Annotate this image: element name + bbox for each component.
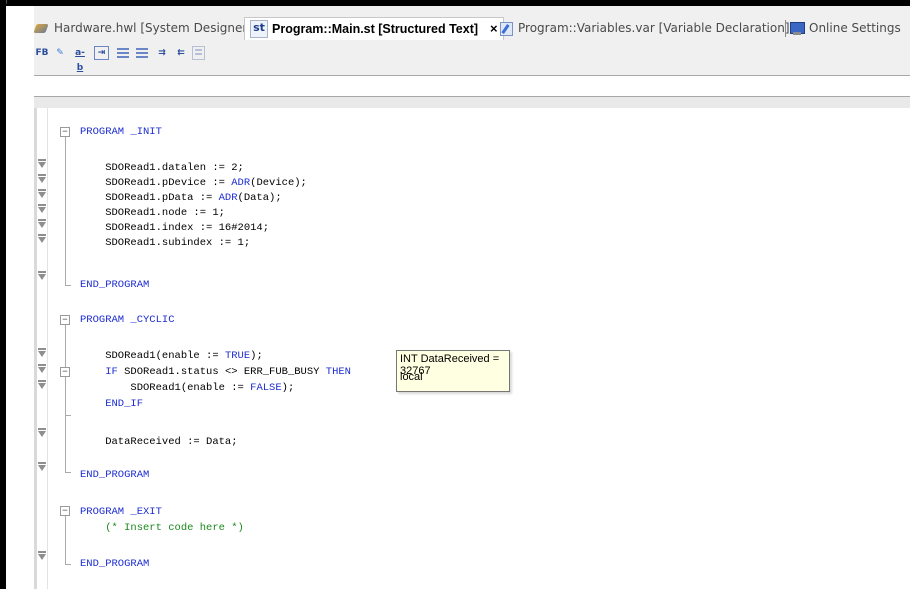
indent-decrease-icon[interactable]: ⇇ xyxy=(173,46,189,61)
change-marker-icon xyxy=(38,159,46,168)
tab-hardware-label: Hardware.hwl [System Designer] xyxy=(54,21,252,35)
collapse-init-icon[interactable]: − xyxy=(60,127,70,137)
tab-online-settings-label: Online Settings xyxy=(809,21,901,35)
change-marker-icon xyxy=(38,428,46,437)
code-line[interactable]: DataReceived := Data; xyxy=(80,436,237,449)
code-line[interactable]: SDORead1.node := 1; xyxy=(80,207,225,220)
keyword-token: ADR xyxy=(231,177,251,189)
editor-window: Hardware.hwl [System Designer] st Progra… xyxy=(34,6,910,589)
indent-increase-icon[interactable]: ⇉ xyxy=(154,46,170,61)
pencil-icon[interactable]: ✎ xyxy=(52,46,68,61)
change-marker-icon xyxy=(38,462,46,471)
hardware-icon xyxy=(34,20,50,36)
list-indent-button[interactable] xyxy=(134,46,150,61)
tab-separator xyxy=(785,20,786,37)
variables-icon xyxy=(498,20,514,36)
change-marker-icon xyxy=(38,189,46,198)
keyword-token: ADR xyxy=(218,192,238,204)
tab-main-st[interactable]: st Program::Main.st [Structured Text] × xyxy=(244,17,504,40)
change-marker-icon xyxy=(38,219,46,228)
change-marker-icon xyxy=(38,364,46,373)
fold-line xyxy=(65,377,66,415)
fold-end xyxy=(65,415,71,416)
collapse-exit-icon[interactable]: − xyxy=(60,506,70,516)
tab-main-st-label: Program::Main.st [Structured Text] xyxy=(272,22,479,36)
left-gap xyxy=(6,6,34,589)
keyword-token: THEN xyxy=(325,366,351,378)
change-marker-icon xyxy=(38,271,46,280)
code-line[interactable]: (* Insert code here *) xyxy=(80,522,244,535)
change-marker-icon xyxy=(38,551,46,560)
gutter-bar xyxy=(34,108,37,589)
fold-end xyxy=(65,472,71,473)
code-line[interactable]: SDORead1.index := 16#2014; xyxy=(80,222,269,235)
editor-toolbar: FB ✎ a-b ⇥ ⇉ ⇇ xyxy=(34,43,910,73)
st-icon: st xyxy=(250,20,268,38)
code-line[interactable]: SDORead1.pData := ADR(Data); xyxy=(80,192,281,205)
code-line[interactable]: SDORead1(enable := FALSE); xyxy=(80,382,294,395)
tab-hardware[interactable]: Hardware.hwl [System Designer] xyxy=(34,17,252,39)
change-marker-icon xyxy=(38,204,46,213)
code-line[interactable]: PROGRAM _INIT xyxy=(80,126,162,139)
align-lines-button[interactable] xyxy=(115,46,131,61)
code-line[interactable]: SDORead1.subindex := 1; xyxy=(80,237,250,250)
variable-tooltip: INT DataReceived = 32767 local xyxy=(396,350,510,392)
code-editor[interactable]: − − − − PROGRAM _INIT SDORead1.datalen :… xyxy=(34,108,910,589)
change-marker-icon xyxy=(38,174,46,183)
code-line[interactable]: END_IF xyxy=(80,398,143,411)
close-tab-button[interactable]: × xyxy=(490,18,498,40)
fb-icon: FB xyxy=(35,48,49,58)
insert-fb-button[interactable]: FB xyxy=(34,46,50,61)
tab-variables[interactable]: Program::Variables.var [Variable Declara… xyxy=(498,17,790,39)
code-line[interactable]: PROGRAM _CYCLIC xyxy=(80,314,175,327)
fold-end xyxy=(65,564,71,565)
disabled-doc-button[interactable] xyxy=(192,46,205,60)
fold-end xyxy=(65,285,71,286)
keyword-token: FALSE xyxy=(250,382,282,394)
collapse-cyclic-icon[interactable]: − xyxy=(60,315,70,325)
keyword-token: IF xyxy=(105,366,118,378)
keyword-token: TRUE xyxy=(224,350,251,362)
declaration-field-bar[interactable] xyxy=(34,75,910,97)
tab-bar: Hardware.hwl [System Designer] st Progra… xyxy=(34,17,910,41)
tab-variables-label: Program::Variables.var [Variable Declara… xyxy=(518,21,790,35)
change-marker-icon xyxy=(38,348,46,357)
separator-strip xyxy=(34,97,910,108)
code-line[interactable]: END_PROGRAM xyxy=(80,279,149,292)
tooltip-scope: local xyxy=(400,371,423,383)
ab-icon: a-b xyxy=(75,48,85,73)
code-line[interactable]: SDORead1.pDevice := ADR(Device); xyxy=(80,177,307,190)
code-line[interactable]: PROGRAM _EXIT xyxy=(80,506,162,519)
code-line[interactable]: SDORead1.datalen := 2; xyxy=(80,162,244,175)
ab-button[interactable]: a-b xyxy=(72,46,88,73)
code-line[interactable]: END_PROGRAM xyxy=(80,469,149,482)
code-line[interactable]: SDORead1(enable := TRUE); xyxy=(80,350,263,363)
code-line[interactable]: IF SDORead1.status <> ERR_FUB_BUSY THEN xyxy=(80,366,351,379)
change-marker-icon xyxy=(38,380,46,389)
collapse-if-icon[interactable]: − xyxy=(60,367,70,377)
online-settings-icon xyxy=(789,20,805,36)
change-marker-icon xyxy=(38,234,46,243)
fold-line xyxy=(65,137,66,285)
gutter-divider xyxy=(47,108,48,589)
tab-online-settings[interactable]: Online Settings xyxy=(789,17,901,39)
fold-line xyxy=(65,516,66,564)
code-line[interactable]: END_PROGRAM xyxy=(80,558,149,571)
comment-block-button[interactable]: ⇥ xyxy=(94,46,109,60)
